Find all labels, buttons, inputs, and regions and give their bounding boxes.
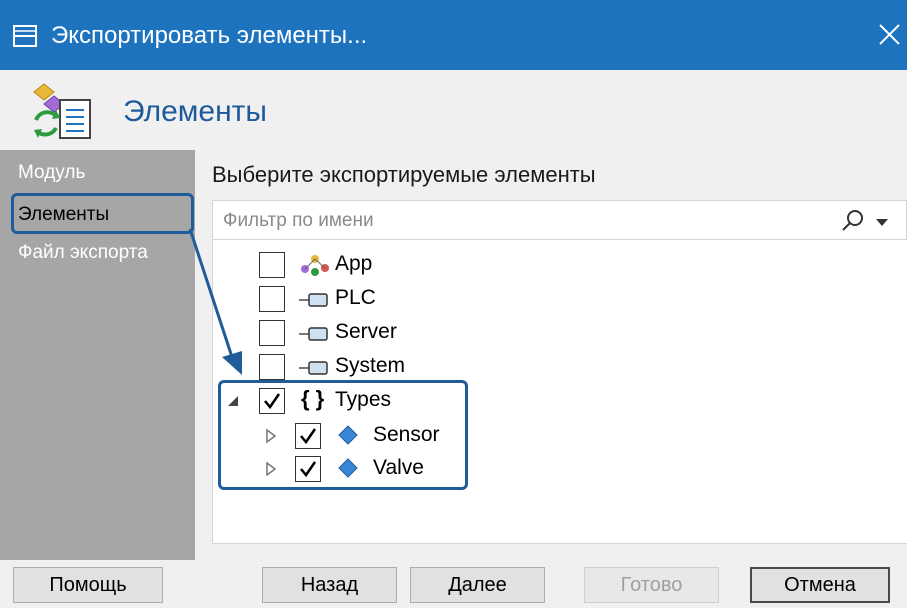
finish-button[interactable]: Готово <box>584 567 719 603</box>
tree-item-plc[interactable]: PLC <box>213 284 513 314</box>
highlight-box-sidebar <box>11 193 194 234</box>
export-elements-icon <box>30 82 94 147</box>
close-icon <box>879 24 900 45</box>
highlight-box-tree <box>218 380 468 490</box>
callout-arrow-icon <box>188 228 242 375</box>
window-app-icon <box>13 25 37 52</box>
help-button[interactable]: Помощь <box>13 567 163 603</box>
app-icon <box>299 253 331 282</box>
sidebar-item-export-file[interactable]: Файл экспорта <box>18 242 148 264</box>
tree-item-label: Server <box>335 320 397 343</box>
tree-item-server[interactable]: Server <box>213 318 513 348</box>
next-button[interactable]: Далее <box>410 567 545 603</box>
connection-icon <box>299 326 329 347</box>
page-header: Элементы <box>0 70 907 150</box>
sidebar-item-module[interactable]: Модуль <box>18 162 85 184</box>
connection-icon <box>299 292 329 313</box>
tree-item-label: App <box>335 252 373 275</box>
page-title: Элементы <box>123 95 267 128</box>
search-icon[interactable] <box>841 209 865 238</box>
back-button[interactable]: Назад <box>262 567 397 603</box>
checkbox[interactable] <box>259 354 285 380</box>
section-title: Выберите экспортируемые элементы <box>212 162 596 187</box>
cancel-button[interactable]: Отмена <box>750 567 890 603</box>
tree-item-label: System <box>335 354 406 377</box>
export-dialog: Экспортировать элементы... Элементы Моду… <box>0 0 907 608</box>
chevron-down-icon[interactable] <box>875 215 889 233</box>
tree-item-label: PLC <box>335 286 376 309</box>
tree-item-system[interactable]: System <box>213 352 513 382</box>
tree-item-app[interactable]: App <box>213 250 513 280</box>
close-button[interactable] <box>872 17 907 52</box>
checkbox[interactable] <box>259 286 285 312</box>
checkbox[interactable] <box>259 252 285 278</box>
checkbox[interactable] <box>259 320 285 346</box>
filter-box[interactable]: Фильтр по имени <box>212 200 907 240</box>
window-title: Экспортировать элементы... <box>51 22 368 49</box>
title-bar: Экспортировать элементы... <box>0 0 907 70</box>
connection-icon <box>299 360 329 381</box>
